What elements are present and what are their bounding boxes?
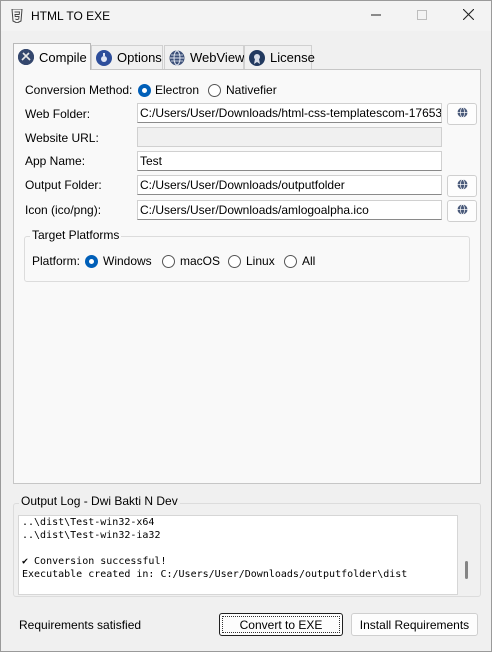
install-button-label: Install Requirements <box>359 617 470 632</box>
radio-electron[interactable] <box>138 84 151 97</box>
globe-icon <box>457 107 468 121</box>
output-log-text[interactable]: ..\dist\Test-win32-x64 ..\dist\Test-win3… <box>18 515 458 595</box>
tab-options[interactable]: Options <box>91 45 163 69</box>
convert-button-label: Convert to EXE <box>239 617 323 632</box>
maximize-icon <box>417 9 427 23</box>
radio-electron-label[interactable]: Electron <box>155 83 199 97</box>
conversion-method-label: Conversion Method: <box>25 83 133 97</box>
radio-macos-label[interactable]: macOS <box>180 254 220 268</box>
tab-label: License <box>270 50 315 65</box>
tab-label: Compile <box>39 49 87 65</box>
radio-macos[interactable] <box>162 255 175 268</box>
license-icon <box>249 49 265 66</box>
window-title: HTML TO EXE <box>31 9 111 23</box>
icon-browse-button[interactable] <box>447 200 477 222</box>
website-url-field[interactable] <box>137 127 442 147</box>
tab-compile[interactable]: Compile <box>13 43 91 70</box>
output-log-title: Output Log - Dwi Bakti N Dev <box>19 494 180 508</box>
output-folder-browse-button[interactable] <box>447 175 477 197</box>
convert-button[interactable]: Convert to EXE <box>219 613 343 636</box>
tab-webview[interactable]: WebView <box>164 45 244 69</box>
radio-all[interactable] <box>284 255 297 268</box>
close-button[interactable] <box>445 1 491 31</box>
globe-icon <box>457 204 468 218</box>
radio-linux[interactable] <box>228 255 241 268</box>
log-line: Executable created in: C:/Users/User/Dow… <box>22 569 408 580</box>
minimize-icon <box>371 9 381 23</box>
radio-nativefier[interactable] <box>208 84 221 97</box>
tab-label: WebView <box>190 50 245 65</box>
app-name-field[interactable]: Test <box>137 151 442 171</box>
target-platforms-title: Target Platforms <box>30 228 122 242</box>
tab-license[interactable]: License <box>244 45 315 69</box>
log-scrollbar[interactable] <box>465 561 468 579</box>
log-line: ✔ Conversion successful! <box>22 556 167 567</box>
output-folder-label: Output Folder: <box>25 178 102 192</box>
compile-icon <box>18 49 34 65</box>
radio-windows-label[interactable]: Windows <box>103 254 152 268</box>
icon-path-field[interactable]: C:/Users/User/Downloads/amlogoalpha.ico <box>137 200 442 220</box>
globe-icon <box>457 179 468 193</box>
maximize-button[interactable] <box>399 1 445 31</box>
install-requirements-button[interactable]: Install Requirements <box>351 613 478 636</box>
web-folder-field[interactable]: C:/Users/User/Downloads/html-css-templat… <box>137 103 442 123</box>
log-line: ..\dist\Test-win32-ia32 <box>22 530 161 541</box>
minimize-button[interactable] <box>353 1 399 31</box>
options-icon <box>96 49 112 66</box>
status-text: Requirements satisfied <box>19 618 142 632</box>
app-name-label: App Name: <box>25 154 86 168</box>
app-window: HTML TO EXE Compile Options WebView Lice… <box>0 0 492 652</box>
radio-windows[interactable] <box>85 255 98 268</box>
radio-nativefier-label[interactable]: Nativefier <box>226 83 277 97</box>
log-line: ..\dist\Test-win32-x64 <box>22 517 155 528</box>
compile-panel: Conversion Method: Electron Nativefier W… <box>13 69 481 484</box>
close-icon <box>462 8 474 23</box>
website-url-label: Website URL: <box>25 131 99 145</box>
title-bar: HTML TO EXE <box>1 1 491 31</box>
radio-linux-label[interactable]: Linux <box>246 254 275 268</box>
icon-path-label: Icon (ico/png): <box>25 203 102 217</box>
tab-label: Options <box>117 50 162 65</box>
radio-all-label[interactable]: All <box>302 254 315 268</box>
web-folder-browse-button[interactable] <box>447 103 477 125</box>
web-folder-label: Web Folder: <box>25 107 91 121</box>
output-folder-field[interactable]: C:/Users/User/Downloads/outputfolder <box>137 175 442 195</box>
html5-icon <box>11 8 23 24</box>
platform-label: Platform: <box>32 254 81 268</box>
webview-icon <box>169 50 185 66</box>
